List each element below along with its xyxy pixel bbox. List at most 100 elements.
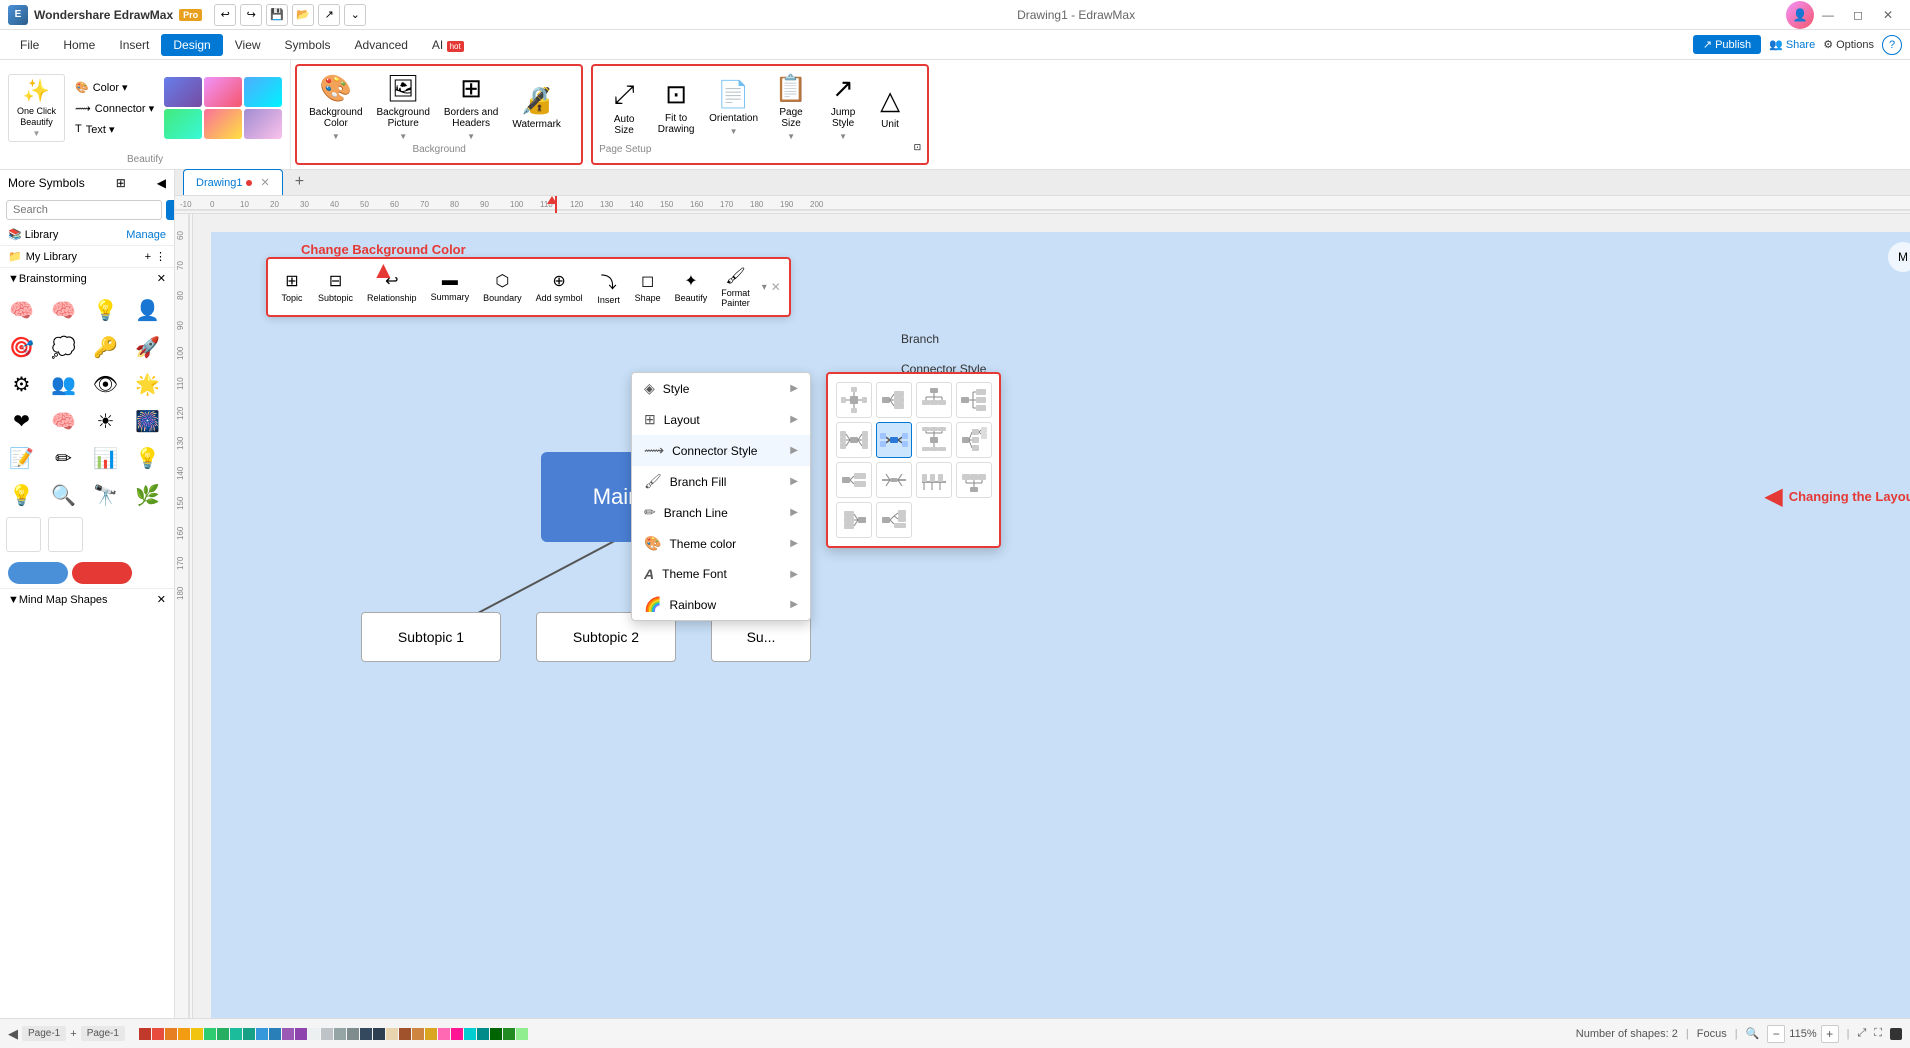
swatch-4[interactable]	[178, 1028, 190, 1040]
layout-item-tree-compact[interactable]	[836, 462, 872, 498]
canvas-menu-icon[interactable]: M	[1888, 242, 1910, 272]
layout-item-radial[interactable]	[836, 382, 872, 418]
swatch-11[interactable]	[269, 1028, 281, 1040]
zoom-out-button[interactable]: −	[1767, 1025, 1785, 1043]
brain-icon-5[interactable]: 🎯	[4, 330, 39, 365]
close-button[interactable]: ✕	[1874, 4, 1902, 26]
ctx-branch-line[interactable]: ✏ Branch Line ▶	[632, 497, 810, 528]
layout-item-tree-right[interactable]	[956, 382, 992, 418]
color-black-swatch[interactable]	[1890, 1028, 1902, 1040]
tab-drawing1[interactable]: Drawing1 ✕	[183, 169, 283, 195]
share-button[interactable]: 👥 Share	[1769, 38, 1815, 51]
page-size-button[interactable]: 📋 PageSize ▼	[766, 72, 816, 142]
layout-item-left-right[interactable]	[836, 422, 872, 458]
menu-ai[interactable]: AI hot	[420, 34, 476, 56]
swatch-6[interactable]	[204, 1028, 216, 1040]
manage-button[interactable]: Manage	[126, 229, 166, 241]
watermark-button[interactable]: 🔏 Watermark	[506, 72, 567, 142]
swatch-19[interactable]	[373, 1028, 385, 1040]
beautify-preset-1[interactable]	[164, 77, 202, 107]
subtopic1-node[interactable]: Subtopic 1	[361, 612, 501, 662]
ctx-branch-fill[interactable]: 🖌 Branch Fill ▶	[632, 466, 810, 497]
help-button[interactable]: ?	[1882, 35, 1902, 55]
ft-more-icon[interactable]: ▾	[762, 282, 767, 293]
brain-icon-18[interactable]: ✏	[46, 441, 81, 476]
nav-left-icon[interactable]: ◀	[8, 1026, 18, 1042]
user-avatar[interactable]: 👤	[1786, 1, 1814, 29]
my-library-add-icon[interactable]: +	[145, 251, 151, 263]
maximize-button[interactable]: ◻	[1844, 4, 1872, 26]
save-button[interactable]: 💾	[266, 4, 288, 26]
export-button[interactable]: ↗	[318, 4, 340, 26]
swatch-27[interactable]	[477, 1028, 489, 1040]
tab-close-icon[interactable]: ✕	[260, 176, 269, 189]
brain-icon-3[interactable]: 💡	[88, 293, 123, 328]
ft-close-button[interactable]: ✕	[769, 278, 783, 296]
brain-icon-10[interactable]: 👥	[46, 367, 81, 402]
brain-icon-9[interactable]: ⚙	[4, 367, 39, 402]
swatch-3[interactable]	[165, 1028, 177, 1040]
layout-item-tree-lr[interactable]	[956, 422, 992, 458]
fullscreen-button[interactable]: ⛶	[1874, 1027, 1882, 1040]
ctx-layout[interactable]: ⊞ Layout ▶	[632, 404, 810, 435]
connector-button[interactable]: ⟿ Connector ▾	[69, 99, 160, 118]
mind-map-shapes-title[interactable]: ▼ Mind Map Shapes ✕	[0, 589, 174, 610]
more-button[interactable]: ⌄	[344, 4, 366, 26]
swatch-5[interactable]	[191, 1028, 203, 1040]
ft-boundary-button[interactable]: ⬡ Boundary	[477, 268, 528, 306]
page-1-tab[interactable]: Page-1	[22, 1026, 66, 1041]
minimize-button[interactable]: —	[1814, 4, 1842, 26]
menu-advanced[interactable]: Advanced	[343, 34, 420, 56]
menu-view[interactable]: View	[223, 34, 273, 56]
undo-button[interactable]: ↩	[214, 4, 236, 26]
swatch-22[interactable]	[412, 1028, 424, 1040]
brain-icon-23[interactable]: 🔭	[88, 478, 123, 513]
brain-icon-13[interactable]: ❤	[4, 404, 39, 439]
bg-picture-button[interactable]: 🖼 BackgroundPicture ▼	[371, 72, 436, 142]
swatch-1[interactable]	[139, 1028, 151, 1040]
swatch-14[interactable]	[308, 1028, 320, 1040]
brain-icon-20[interactable]: 💡	[130, 441, 165, 476]
swatch-8[interactable]	[230, 1028, 242, 1040]
orientation-button[interactable]: 📄 Orientation ▼	[703, 72, 764, 142]
brain-shape-1[interactable]	[6, 517, 41, 552]
ft-add-symbol-button[interactable]: ⊕ Add symbol	[530, 268, 589, 306]
swatch-20[interactable]	[386, 1028, 398, 1040]
swatch-18[interactable]	[360, 1028, 372, 1040]
menu-home[interactable]: Home	[51, 34, 107, 56]
ft-shape-button[interactable]: ◻ Shape	[629, 268, 667, 306]
brain-icon-11[interactable]: 👁	[88, 367, 123, 402]
bg-color-button[interactable]: 🎨 BackgroundColor ▼	[303, 72, 368, 142]
beautify-preset-6[interactable]	[244, 109, 282, 139]
brain-icon-2[interactable]: 🧠	[46, 293, 81, 328]
page-current[interactable]: Page-1	[81, 1026, 125, 1041]
swatch-24[interactable]	[438, 1028, 450, 1040]
layout-item-org-down[interactable]	[916, 382, 952, 418]
layout-item-more[interactable]	[876, 502, 912, 538]
brain-icon-1[interactable]: 🧠	[4, 293, 39, 328]
ctx-connector-style[interactable]: ⟿ Connector Style ▶	[632, 435, 810, 466]
brain-icon-6[interactable]: 💭	[46, 330, 81, 365]
brain-icon-12[interactable]: 🌟	[130, 367, 165, 402]
brain-icon-17[interactable]: 📝	[4, 441, 39, 476]
ctx-style[interactable]: ◈ Style ▶	[632, 373, 810, 404]
text-button[interactable]: T Text ▾	[69, 120, 160, 139]
brain-icon-8[interactable]: 🚀	[130, 330, 165, 365]
beautify-preset-2[interactable]	[204, 77, 242, 107]
auto-size-button[interactable]: ⤢ AutoSize	[599, 72, 649, 142]
swatch-17[interactable]	[347, 1028, 359, 1040]
layout-item-selected[interactable]	[876, 422, 912, 458]
zoom-in-button[interactable]: +	[1821, 1025, 1839, 1043]
canvas[interactable]: Main Idea Subtopic 1 Subtopic 2 Su... ⊞ …	[211, 232, 1910, 1018]
unit-button[interactable]: △ Unit	[870, 72, 910, 142]
brain-icon-19[interactable]: 📊	[88, 441, 123, 476]
menu-file[interactable]: File	[8, 34, 51, 56]
jump-style-button[interactable]: ↗ JumpStyle ▼	[818, 72, 868, 142]
swatch-26[interactable]	[464, 1028, 476, 1040]
swatch-7[interactable]	[217, 1028, 229, 1040]
swatch-16[interactable]	[334, 1028, 346, 1040]
menu-design[interactable]: Design	[161, 34, 222, 56]
layout-item-fish-right[interactable]	[876, 462, 912, 498]
borders-headers-button[interactable]: ⊞ Borders andHeaders ▼	[438, 72, 504, 142]
menu-symbols[interactable]: Symbols	[273, 34, 343, 56]
